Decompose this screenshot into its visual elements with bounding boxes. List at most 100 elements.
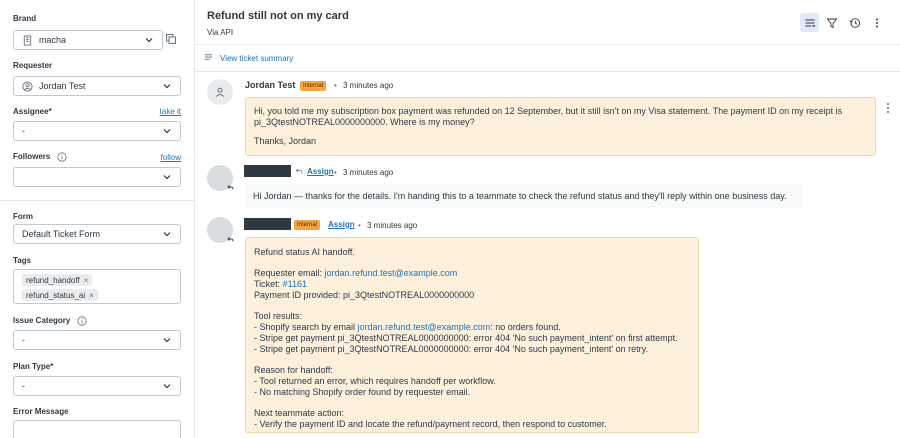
internal-badge: Internal xyxy=(294,220,321,230)
comment-body: Refund status AI handoff. Requester emai… xyxy=(245,237,699,433)
comment-line: Hi, you told me my subscription box paym… xyxy=(254,106,843,116)
form-value: Default Ticket Form xyxy=(22,229,101,239)
followers-label-text: Followers xyxy=(13,152,51,162)
ticket-conversation-panel: Refund still not on my card Via API View… xyxy=(195,0,900,438)
error-message-label: Error Message xyxy=(13,407,69,416)
requester-value: Jordan Test xyxy=(39,81,86,91)
handoff-heading: Refund status AI handoff. xyxy=(254,247,355,257)
requester-select[interactable]: Jordan Test xyxy=(13,76,181,96)
separator-dot: • xyxy=(334,168,337,177)
history-button[interactable] xyxy=(845,13,864,32)
reason-line: - Tool returned an error, which requires… xyxy=(254,376,496,386)
ticket-title: Refund still not on my card xyxy=(207,10,349,22)
internal-badge: Internal xyxy=(300,81,327,91)
reply-icon xyxy=(295,168,303,174)
chevron-down-icon xyxy=(163,232,171,237)
remove-tag-icon[interactable]: × xyxy=(89,291,94,300)
chevron-down-icon xyxy=(163,338,171,343)
reply-icon xyxy=(227,185,234,190)
chevron-down-icon xyxy=(163,84,171,89)
chevron-down-icon xyxy=(163,175,171,180)
tags-label: Tags xyxy=(13,256,32,265)
assign-link[interactable]: Assign xyxy=(328,220,355,229)
summary-row: View ticket summary xyxy=(195,45,900,72)
issue-category-select[interactable]: - xyxy=(13,330,181,350)
tool-result-line: - Stripe get payment pi_3QtestNOTREAL000… xyxy=(254,344,648,354)
more-vertical-icon xyxy=(875,18,878,27)
take-it-link[interactable]: take it xyxy=(160,107,181,116)
requester-email-link[interactable]: jordan.refund.test@example.com xyxy=(325,268,458,278)
chevron-down-icon xyxy=(145,38,153,43)
error-message-input[interactable] xyxy=(13,420,181,438)
building-icon xyxy=(23,34,32,46)
assignee-select[interactable]: - xyxy=(13,121,181,141)
reason-heading: Reason for handoff: xyxy=(254,365,333,375)
ticket-line: Ticket: #1161 xyxy=(254,279,690,290)
brand-value: macha xyxy=(39,35,67,45)
assignee-label: Assignee* xyxy=(13,107,52,116)
line-text: - Shopify search by email xyxy=(254,322,358,332)
plan-type-select[interactable]: - xyxy=(13,376,181,396)
avatar[interactable] xyxy=(207,217,234,243)
redacted-author xyxy=(244,165,291,177)
brand-select[interactable]: macha xyxy=(13,30,163,50)
payment-line: Payment ID provided: pi_3QtestNOTREAL000… xyxy=(254,290,475,300)
ticket-header: Refund still not on my card Via API xyxy=(195,0,900,45)
history-icon xyxy=(849,17,860,28)
form-label: Form xyxy=(13,212,33,221)
tag-label: refund_status_ai xyxy=(26,290,86,300)
requester-label: Requester xyxy=(13,61,53,70)
comment-time: 3 minutes ago xyxy=(343,81,394,90)
issue-category-label: Issue Category xyxy=(13,316,87,326)
next-action-line: - Verify the payment ID and locate the r… xyxy=(254,419,607,429)
tool-result-line: - Stripe get payment pi_3QtestNOTREAL000… xyxy=(254,333,678,343)
next-action-heading: Next teammate action: xyxy=(254,408,345,418)
remove-tag-icon[interactable]: × xyxy=(84,276,89,285)
copy-icon[interactable] xyxy=(165,33,177,45)
line-label: Requester email: xyxy=(254,268,325,278)
view-ticket-summary-link[interactable]: View ticket summary xyxy=(220,54,293,63)
ticket-link[interactable]: #1161 xyxy=(283,279,307,289)
chevron-down-icon xyxy=(163,384,171,389)
email-link[interactable]: jordan.refund.test@example.com xyxy=(358,322,491,332)
reply-icon xyxy=(227,237,234,242)
comment-body: Hi Jordan — thanks for the details. I'm … xyxy=(245,184,803,208)
tool-results-heading: Tool results: xyxy=(254,311,303,321)
tags-input[interactable]: refund_handoff × refund_status_ai × xyxy=(13,269,181,304)
separator-dot: • xyxy=(358,221,361,230)
ticket-properties-sidebar: Brand macha Requester Jordan Test Assign… xyxy=(0,0,195,438)
more-vertical-icon[interactable] xyxy=(884,102,892,114)
brand-label: Brand xyxy=(13,14,37,23)
ticket-channel: Via API xyxy=(207,28,234,37)
plan-type-value: - xyxy=(22,381,25,391)
comment-author[interactable]: Jordan Test xyxy=(245,80,295,90)
tag-chip: refund_status_ai × xyxy=(22,289,98,301)
assign-link[interactable]: Assign xyxy=(307,167,334,176)
summary-icon xyxy=(204,54,213,60)
tool-result-line: - Shopify search by email jordan.refund.… xyxy=(254,322,690,333)
filter-button[interactable] xyxy=(822,13,841,32)
more-options-button[interactable] xyxy=(867,13,886,32)
comment-time: 3 minutes ago xyxy=(343,168,394,177)
avatar[interactable] xyxy=(207,79,233,105)
info-icon[interactable] xyxy=(76,316,87,326)
tag-chip: refund_handoff × xyxy=(22,274,93,286)
avatar[interactable] xyxy=(207,165,234,191)
filter-icon xyxy=(826,18,837,28)
conversations-button[interactable] xyxy=(800,13,819,32)
follow-link[interactable]: follow xyxy=(161,153,181,162)
line-text: : no orders found. xyxy=(490,322,561,332)
chevron-down-icon xyxy=(163,129,171,134)
followers-select[interactable] xyxy=(13,167,181,187)
comment-body: Hi, you told me my subscription box paym… xyxy=(245,97,876,156)
issue-category-value: - xyxy=(22,335,25,345)
line-label: Ticket: xyxy=(254,279,283,289)
user-circle-icon xyxy=(22,80,33,92)
form-select[interactable]: Default Ticket Form xyxy=(13,224,181,244)
assignee-value: - xyxy=(22,126,25,136)
info-icon[interactable] xyxy=(56,152,67,162)
redacted-author xyxy=(244,218,291,230)
issue-category-label-text: Issue Category xyxy=(13,316,71,326)
comment-line: pi_3QtestNOTREAL0000000000. Where is my … xyxy=(254,117,475,127)
requester-email-line: Requester email: jordan.refund.test@exam… xyxy=(254,268,690,279)
